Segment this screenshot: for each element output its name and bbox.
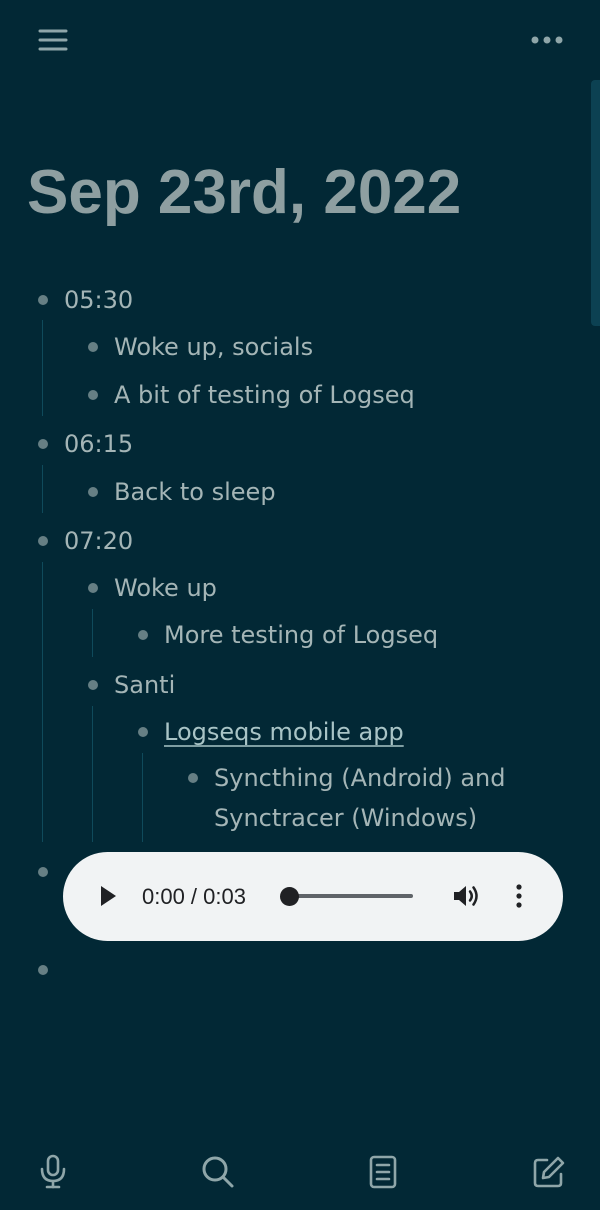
more-horizontal-icon <box>531 36 563 44</box>
volume-button[interactable] <box>449 879 483 913</box>
search-button[interactable] <box>197 1150 239 1194</box>
block-more-testing[interactable]: More testing of Logseq <box>138 615 439 655</box>
block-text: 07:20 <box>64 527 134 555</box>
empty-block[interactable] <box>38 965 48 975</box>
outline-guide <box>92 609 93 657</box>
scrollbar[interactable] <box>591 80 600 326</box>
more-vertical-icon <box>516 884 522 908</box>
block-text: Woke up, socials <box>114 333 314 361</box>
block-woke-up[interactable]: Woke up <box>88 568 217 608</box>
block-syncthing[interactable]: Syncthing (Android) and Synctracer (Wind… <box>188 758 584 838</box>
block-text: A bit of testing of Logseq <box>114 381 415 409</box>
block-0720[interactable]: 07:20 <box>38 521 134 561</box>
block-text: Back to sleep <box>114 478 276 506</box>
outline-guide <box>42 562 43 842</box>
block-bullet[interactable] <box>88 487 98 497</box>
menu-button[interactable] <box>30 20 76 60</box>
audio-player[interactable]: 0:00 / 0:03 <box>63 852 563 941</box>
block-text-line: Synctracer (Windows) <box>214 804 478 832</box>
outline-guide <box>92 706 93 842</box>
audio-more-button[interactable] <box>504 879 534 913</box>
block-bullet[interactable] <box>88 583 98 593</box>
document-icon <box>369 1155 397 1189</box>
block-text: More testing of Logseq <box>164 621 439 649</box>
block-bullet[interactable] <box>88 342 98 352</box>
outline-guide <box>42 465 43 513</box>
block-bullet[interactable] <box>38 295 48 305</box>
block-text: Santi <box>114 671 176 699</box>
block-santi[interactable]: Santi <box>88 665 176 705</box>
block-bullet[interactable] <box>88 390 98 400</box>
seek-handle[interactable] <box>280 887 299 906</box>
record-audio-button[interactable] <box>32 1150 74 1194</box>
block-0615[interactable]: 06:15 <box>38 424 134 464</box>
block-bullet[interactable] <box>38 867 48 877</box>
block-bullet[interactable] <box>38 536 48 546</box>
block-text: 06:15 <box>64 430 134 458</box>
volume-icon <box>454 886 478 906</box>
block-bullet[interactable] <box>38 965 48 975</box>
more-options-button[interactable] <box>524 20 570 60</box>
block-bullet[interactable] <box>138 727 148 737</box>
block-0530[interactable]: 05:30 <box>38 280 134 320</box>
block-text: 05:30 <box>64 286 134 314</box>
block-bit-of-testing[interactable]: A bit of testing of Logseq <box>88 375 415 415</box>
block-woke-up-socials[interactable]: Woke up, socials <box>88 327 314 367</box>
block-text-line: Syncthing (Android) and <box>214 764 506 792</box>
block-bullet[interactable] <box>38 439 48 449</box>
block-bullet[interactable] <box>138 630 148 640</box>
seek-bar[interactable] <box>291 894 413 898</box>
audio-block[interactable] <box>38 867 48 877</box>
play-icon <box>101 886 116 906</box>
block-back-to-sleep[interactable]: Back to sleep <box>88 472 276 512</box>
edit-icon <box>533 1156 565 1188</box>
outline-guide <box>142 753 143 842</box>
block-bullet[interactable] <box>188 773 198 783</box>
outline-guide <box>42 320 43 416</box>
new-page-button[interactable] <box>528 1150 570 1194</box>
search-icon <box>202 1156 234 1188</box>
block-logseqs-mobile-app[interactable]: Logseqs mobile app <box>138 712 404 752</box>
page-reference-link[interactable]: Logseqs mobile app <box>164 712 404 752</box>
block-text: Woke up <box>114 574 217 602</box>
journal-button[interactable] <box>362 1150 404 1194</box>
page-title: Sep 23rd, 2022 <box>27 158 462 227</box>
hamburger-menu-icon <box>38 29 68 51</box>
microphone-icon <box>40 1154 66 1189</box>
audio-time: 0:00 / 0:03 <box>142 884 246 909</box>
block-bullet[interactable] <box>88 680 98 690</box>
play-button[interactable] <box>91 879 125 913</box>
